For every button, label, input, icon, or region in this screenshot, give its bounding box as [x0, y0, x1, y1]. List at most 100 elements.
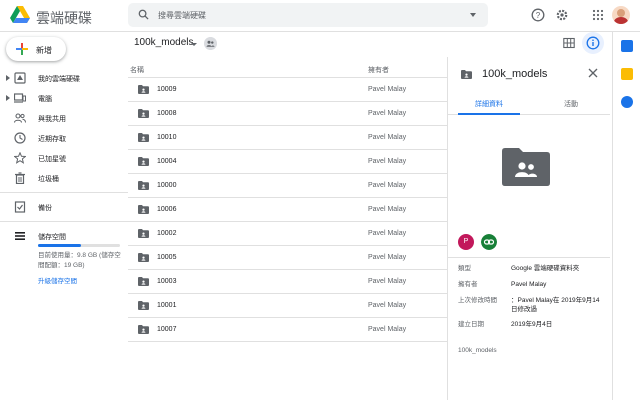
shared-folder-icon	[138, 133, 149, 142]
account-avatar[interactable]	[612, 6, 630, 24]
sidebar-item-storage[interactable]: 儲存空間	[0, 226, 128, 246]
file-name: 10005	[157, 254, 177, 261]
file-owner: Pavel Malay	[368, 86, 407, 93]
file-owner: Pavel Malay	[368, 134, 407, 141]
table-row[interactable]: 10002 Pavel Malay	[128, 222, 448, 246]
sidebar-item-my-drive[interactable]: 我的雲端硬碟	[0, 68, 128, 88]
tab-details[interactable]: 詳細資料	[458, 95, 520, 115]
backup-icon	[14, 201, 26, 213]
file-name: 10004	[157, 158, 177, 165]
shared-folder-icon	[138, 205, 149, 214]
plus-icon	[16, 43, 28, 55]
table-row[interactable]: 10008 Pavel Malay	[128, 102, 448, 126]
sidebar-item-computers[interactable]: 電腦	[0, 88, 128, 108]
details-panel: 100k_models 詳細資料 活動 P 類型 Google 雲端硬碟資料夾 …	[447, 57, 610, 400]
shared-folder-icon	[138, 181, 149, 190]
sidebar-item-label: 儲存空間	[38, 234, 66, 241]
file-owner: Pavel Malay	[368, 254, 407, 261]
details-tabs: 詳細資料 活動	[448, 95, 610, 115]
shared-folder-icon	[138, 253, 149, 262]
sidebar-item-recent[interactable]: 近期存取	[0, 128, 128, 148]
column-header-owner: 擁有者	[368, 67, 389, 74]
table-row[interactable]: 10007 Pavel Malay	[128, 318, 448, 342]
settings-gear-icon[interactable]	[555, 8, 569, 22]
details-divider	[448, 257, 610, 258]
search-bar[interactable]: 搜尋雲端硬碟	[128, 3, 488, 27]
file-name: 10007	[157, 326, 177, 333]
search-input[interactable]: 搜尋雲端硬碟	[158, 10, 206, 21]
computer-icon	[14, 93, 26, 103]
drive-logo-icon[interactable]	[10, 6, 30, 24]
close-icon[interactable]	[588, 68, 598, 78]
table-row[interactable]: 10010 Pavel Malay	[128, 126, 448, 150]
meta-owner: 擁有者 Pavel Malay	[458, 280, 608, 296]
shared-icon	[14, 113, 26, 123]
new-button-label: 新增	[36, 46, 52, 55]
table-row[interactable]: 10004 Pavel Malay	[128, 150, 448, 174]
keep-icon[interactable]	[621, 68, 633, 80]
file-list: 10009 Pavel Malay 10008 Pavel Malay 10010 Pav…	[128, 78, 448, 342]
top-bar: 雲端硬碟 搜尋雲端硬碟 ?	[0, 0, 640, 32]
file-owner: Pavel Malay	[368, 206, 407, 213]
meta-value: 2019年9月4日	[511, 321, 553, 328]
search-options-icon[interactable]	[470, 13, 476, 17]
meta-value: Google 雲端硬碟資料夾	[511, 265, 580, 272]
file-name: 10003	[157, 278, 177, 285]
help-icon[interactable]: ?	[531, 8, 545, 22]
table-row[interactable]: 10003 Pavel Malay	[128, 270, 448, 294]
file-name: 10009	[157, 86, 177, 93]
file-owner: Pavel Malay	[368, 278, 407, 285]
sidebar-item-starred[interactable]: 已加星號	[0, 148, 128, 168]
file-owner: Pavel Malay	[368, 230, 407, 237]
shared-folder-icon	[461, 70, 472, 79]
storage-usage-text: 目前使用量：9.8 GB (儲存空間配額：19 GB)	[38, 252, 121, 269]
apps-grid-icon[interactable]	[591, 8, 605, 22]
meta-type: 類型 Google 雲端硬碟資料夾	[458, 264, 608, 280]
expand-arrow-icon[interactable]	[6, 75, 10, 81]
meta-modified: 上次修改時間 ：Pavel Malay在 2019年9月14日修改過	[458, 296, 608, 320]
meta-key: 上次修改時間	[458, 297, 497, 304]
sidebar-item-label: 與我共用	[38, 116, 66, 123]
table-row[interactable]: 10005 Pavel Malay	[128, 246, 448, 270]
shared-folder-icon	[138, 85, 149, 94]
table-row[interactable]: 10006 Pavel Malay	[128, 198, 448, 222]
sidebar-item-backup[interactable]: 備份	[0, 197, 128, 217]
link-icon[interactable]	[481, 234, 497, 250]
shared-folder-icon[interactable]	[204, 37, 217, 50]
clock-icon	[14, 132, 26, 144]
sidebar-divider	[0, 192, 128, 193]
expand-arrow-icon[interactable]	[6, 95, 10, 101]
file-name: 10002	[157, 230, 177, 237]
shared-folder-icon	[138, 325, 149, 334]
side-apps-rail	[612, 32, 640, 400]
sidebar-item-trash[interactable]: 垃圾桶	[0, 168, 128, 188]
tasks-icon[interactable]	[621, 96, 633, 108]
search-icon[interactable]	[138, 9, 149, 20]
grid-view-icon[interactable]	[563, 37, 575, 49]
sidebar-item-label: 備份	[38, 205, 52, 212]
new-button[interactable]: 新增	[6, 37, 66, 61]
meta-key: 類型	[458, 265, 471, 272]
sidebar-item-label: 電腦	[38, 96, 52, 103]
sidebar-item-shared-with-me[interactable]: 與我共用	[0, 108, 128, 128]
sidebar-divider	[0, 221, 128, 222]
upgrade-storage-link[interactable]: 升級儲存空間	[38, 275, 77, 285]
shared-folder-preview-icon	[502, 148, 550, 186]
sidebar-item-label: 我的雲端硬碟	[38, 76, 80, 83]
shared-folder-icon	[138, 277, 149, 286]
file-name: 10006	[157, 206, 177, 213]
calendar-icon[interactable]	[621, 40, 633, 52]
storage-progress-bar	[38, 244, 120, 247]
table-row[interactable]: 10001 Pavel Malay	[128, 294, 448, 318]
breadcrumb[interactable]: 100k_models	[134, 37, 193, 48]
table-row[interactable]: 10009 Pavel Malay	[128, 78, 448, 102]
table-row[interactable]: 10000 Pavel Malay	[128, 174, 448, 198]
info-icon[interactable]	[586, 36, 600, 50]
chevron-down-icon[interactable]	[191, 43, 197, 46]
owner-avatar-badge[interactable]: P	[458, 234, 474, 250]
column-header-name[interactable]: 名稱	[130, 65, 144, 75]
file-owner: Pavel Malay	[368, 326, 407, 333]
tab-activity[interactable]: 活動	[540, 95, 602, 115]
app-title[interactable]: 雲端硬碟	[36, 8, 92, 28]
file-owner: Pavel Malay	[368, 182, 407, 189]
